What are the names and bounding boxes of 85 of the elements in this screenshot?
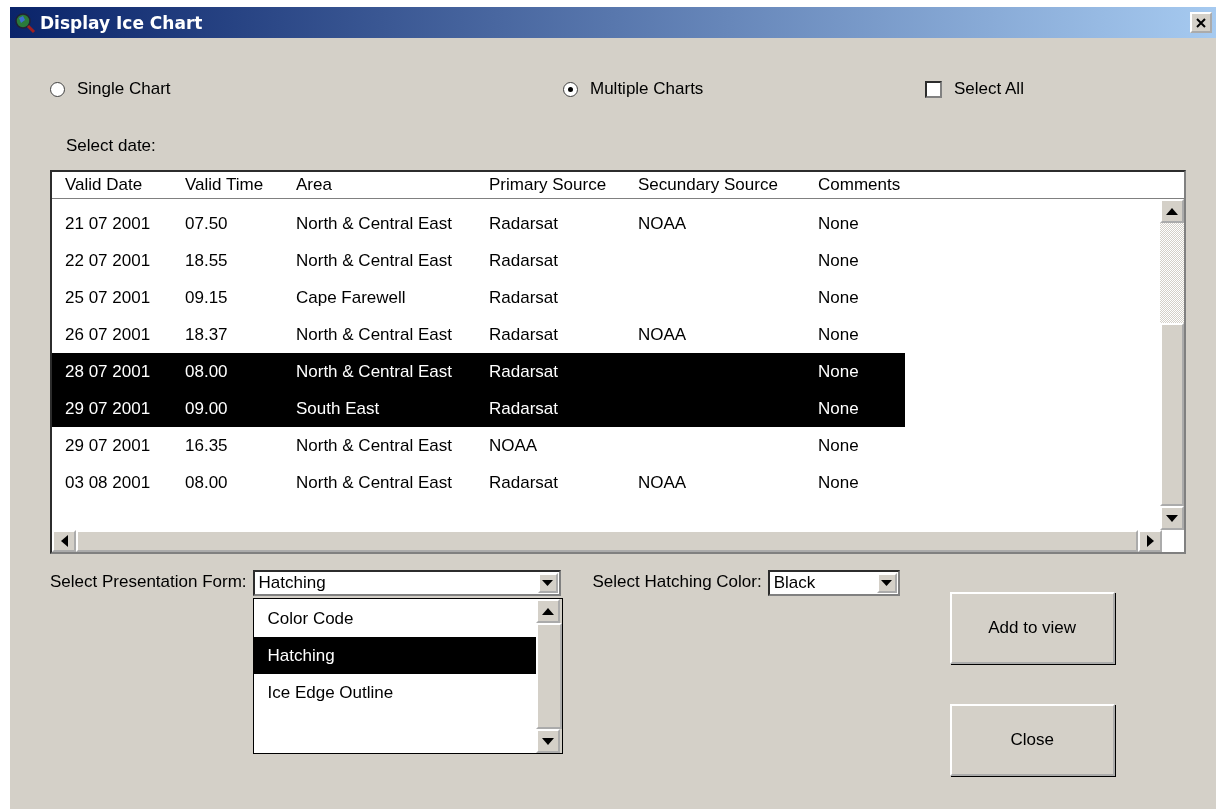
vertical-scrollbar[interactable] bbox=[535, 599, 562, 753]
column-header[interactable]: Primary Source bbox=[489, 175, 638, 195]
table-cell-text: Radarsat bbox=[489, 213, 559, 234]
column-header[interactable]: Valid Date bbox=[65, 175, 185, 195]
column-header[interactable]: Comments bbox=[818, 175, 915, 195]
table-row[interactable]: 28 07 2001 08.00 North & Central East Radarsat None bbox=[52, 353, 905, 390]
table-cell-text: NOAA bbox=[638, 213, 688, 234]
table-cell-text: None bbox=[818, 435, 860, 456]
table-cell-text: Radarsat bbox=[489, 398, 559, 419]
radio-option[interactable]: Multiple Charts bbox=[563, 79, 925, 99]
table-cell-text: NOAA bbox=[638, 472, 688, 493]
table-cell-text: North & Central East bbox=[296, 435, 453, 456]
select-all-checkbox[interactable]: Select All bbox=[925, 79, 1024, 99]
table-cell-text: Radarsat bbox=[489, 287, 559, 308]
table-cell-text: North & Central East bbox=[296, 324, 453, 345]
table-row[interactable]: 22 07 2001 18.55 North & Central East Radarsat None bbox=[52, 242, 905, 279]
hatching-color-dropdown[interactable]: Black bbox=[767, 570, 900, 596]
table-cell-text: None bbox=[818, 250, 860, 271]
close-icon[interactable] bbox=[1190, 12, 1212, 33]
table-cell-text: 28 07 2001 bbox=[65, 361, 152, 382]
presentation-form-label: Select Presentation Form: bbox=[50, 571, 247, 592]
column-header[interactable]: Secundary Source bbox=[638, 175, 818, 195]
table-cell-text: Radarsat bbox=[489, 250, 559, 271]
table-cell-text: None bbox=[818, 324, 860, 345]
table-cell-text: 22 07 2001 bbox=[65, 250, 152, 271]
table-cell-text: 08.00 bbox=[185, 472, 229, 493]
column-header[interactable]: Area bbox=[296, 175, 489, 195]
table-cell-text: North & Central East bbox=[296, 250, 453, 271]
table-cell-text: None bbox=[818, 361, 860, 382]
table-cell-text: Radarsat bbox=[489, 472, 559, 493]
table-row[interactable]: 03 08 2001 08.00 North & Central East Radarsat NOAA None bbox=[52, 464, 905, 501]
table-cell-text: Radarsat bbox=[489, 324, 559, 345]
table-cell-text: 07.50 bbox=[185, 213, 229, 234]
scroll-left-icon[interactable] bbox=[52, 530, 76, 552]
select-date-label: Select date: bbox=[66, 136, 157, 157]
table-cell-text: NOAA bbox=[489, 435, 539, 456]
table-cell-text: 18.55 bbox=[185, 250, 229, 271]
table-cell-text: South East bbox=[296, 398, 381, 419]
table-cell-text: Radarsat bbox=[489, 361, 559, 382]
caret-icon[interactable] bbox=[537, 573, 558, 593]
table-cell-text: 29 07 2001 bbox=[65, 398, 152, 419]
table-cell-text: NOAA bbox=[638, 324, 688, 345]
table-cell-text: 18.37 bbox=[185, 324, 229, 345]
table-cell-text: 26 07 2001 bbox=[65, 324, 152, 345]
vertical-scrollbar[interactable] bbox=[1160, 199, 1184, 530]
table-cell-text: North & Central East bbox=[296, 213, 453, 234]
table-cell-text: None bbox=[818, 398, 860, 419]
scroll-down-icon[interactable] bbox=[1160, 506, 1184, 530]
close-button[interactable]: Close bbox=[949, 704, 1115, 776]
table-cell-text: 25 07 2001 bbox=[65, 287, 152, 308]
scroll-up-icon[interactable] bbox=[535, 599, 560, 623]
scroll-down-icon[interactable] bbox=[535, 729, 560, 753]
table-cell-text: 03 08 2001 bbox=[65, 472, 152, 493]
window-title: Display Ice Chart bbox=[40, 12, 204, 33]
table-cell-text: North & Central East bbox=[296, 361, 453, 382]
table-cell-text: 09.00 bbox=[185, 398, 229, 419]
table-cell-text: None bbox=[818, 472, 860, 493]
table-row[interactable]: 26 07 2001 18.37 North & Central East Radarsat NOAA None bbox=[52, 316, 905, 353]
hatching-color-label: Select Hatching Color: bbox=[592, 571, 762, 592]
scroll-up-icon[interactable] bbox=[1160, 199, 1184, 223]
table-row[interactable]: 25 07 2001 09.15 Cape Farewell Radarsat None bbox=[52, 279, 905, 316]
table-cell-text: None bbox=[818, 287, 860, 308]
scroll-thumb[interactable] bbox=[535, 623, 562, 729]
presentation-form-dropdown[interactable]: Hatching bbox=[252, 570, 561, 596]
table-row[interactable]: 29 07 2001 16.35 North & Central East NOAA None bbox=[52, 427, 905, 464]
add-to-view-button[interactable]: Add to view bbox=[949, 592, 1115, 664]
table-cell-text: Cape Farewell bbox=[296, 287, 407, 308]
dropdown-option[interactable]: Color Code bbox=[253, 600, 536, 637]
table-cell-text: North & Central East bbox=[296, 472, 453, 493]
table-row[interactable]: 21 07 2001 07.50 North & Central East Radarsat NOAA None bbox=[52, 205, 905, 242]
table-cell-text: 09.15 bbox=[185, 287, 229, 308]
table-cell-text: 08.00 bbox=[185, 361, 229, 382]
scroll-right-icon[interactable] bbox=[1138, 530, 1162, 552]
caret-icon[interactable] bbox=[876, 573, 897, 593]
dropdown-option[interactable]: Ice Edge Outline bbox=[253, 674, 536, 711]
table-row[interactable]: 29 07 2001 09.00 South East Radarsat None bbox=[52, 390, 905, 427]
table-cell-text: 29 07 2001 bbox=[65, 435, 152, 456]
table-cell-text: None bbox=[818, 213, 860, 234]
scroll-thumb[interactable] bbox=[1160, 323, 1184, 506]
table-cell-text: 21 07 2001 bbox=[65, 213, 152, 234]
globe-magnifier-icon bbox=[14, 11, 36, 34]
column-header[interactable]: Valid Time bbox=[185, 175, 296, 195]
dropdown-option[interactable]: Hatching bbox=[253, 637, 536, 674]
table-cell-text: 16.35 bbox=[185, 435, 229, 456]
radio-option[interactable]: Single Chart bbox=[50, 79, 563, 99]
